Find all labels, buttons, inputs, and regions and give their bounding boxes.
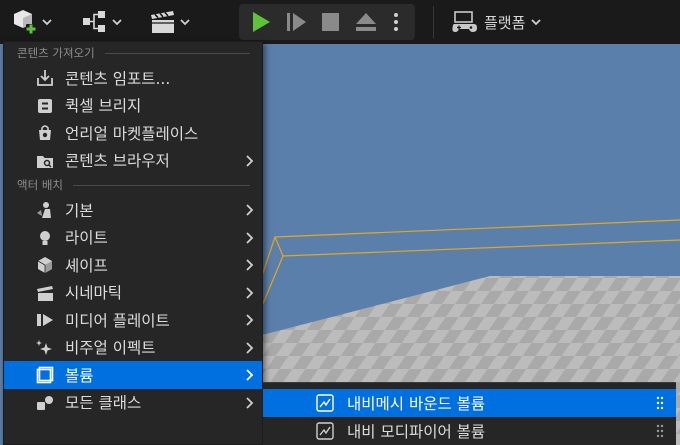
nav-modifier-volume-icon bbox=[316, 422, 334, 440]
menu-item-label: 퀵셀 브리지 bbox=[65, 97, 142, 116]
blueprint-icon bbox=[83, 11, 105, 32]
marketplace-icon bbox=[39, 125, 51, 140]
chevron-down-icon bbox=[180, 19, 190, 26]
menu-item-volumes[interactable]: 볼륨 bbox=[4, 361, 262, 389]
stop-icon[interactable] bbox=[319, 11, 343, 33]
media-plate-icon bbox=[37, 314, 53, 326]
clapperboard-icon bbox=[151, 11, 174, 33]
section-divider bbox=[104, 52, 250, 54]
menu-item-cinematic[interactable]: 시네마틱 bbox=[4, 279, 262, 307]
menu-item-visual-effects[interactable]: 비주얼 이펙트 bbox=[4, 334, 262, 362]
menu-item-import-content[interactable]: 콘텐츠 임포트... bbox=[4, 64, 262, 92]
chevron-right-icon bbox=[246, 231, 254, 244]
eject-icon[interactable] bbox=[354, 11, 378, 33]
menu-item-label: 라이트 bbox=[65, 229, 108, 248]
cinematics-button[interactable] bbox=[148, 4, 192, 40]
play-icon[interactable] bbox=[249, 11, 273, 33]
toolbar-divider bbox=[433, 6, 434, 38]
add-content-icon bbox=[14, 10, 36, 34]
navmesh-volume-icon bbox=[316, 394, 334, 412]
chevron-right-icon bbox=[246, 369, 254, 381]
submenu-item-label: 내비메시 바운드 볼륨 bbox=[347, 395, 486, 413]
chevron-right-icon bbox=[246, 314, 254, 326]
add-content-button[interactable] bbox=[10, 4, 54, 40]
menu-item-label: 콘텐츠 임포트... bbox=[65, 69, 171, 88]
menu-item-basic[interactable]: 기본 bbox=[4, 196, 262, 224]
submenu-item-label: 내비 모디파이어 볼륨 bbox=[347, 423, 486, 441]
more-icon[interactable] bbox=[389, 11, 403, 33]
chevron-down-icon bbox=[112, 19, 122, 26]
drag-grip-icon[interactable] bbox=[656, 424, 664, 438]
chevron-right-icon bbox=[246, 286, 254, 299]
chevron-down-icon bbox=[531, 19, 542, 26]
section-title: 콘텐츠 가져오기 bbox=[17, 46, 95, 60]
menu-item-quixel-bridge[interactable]: 퀵셀 브리지 bbox=[4, 92, 262, 120]
basic-actor-icon bbox=[37, 202, 51, 218]
menu-item-lights[interactable]: 라이트 bbox=[4, 224, 262, 252]
cube-icon bbox=[37, 257, 52, 273]
menu-item-label: 볼륨 bbox=[65, 366, 94, 385]
menu-item-label: 미디어 플레이트 bbox=[65, 311, 170, 330]
drag-grip-icon[interactable] bbox=[656, 396, 664, 410]
submenu-item-navmesh-bounds-volume[interactable]: 내비메시 바운드 볼륨 bbox=[263, 389, 676, 417]
clapperboard-icon bbox=[37, 285, 53, 301]
menu-item-label: 모든 클래스 bbox=[65, 394, 142, 413]
chevron-right-icon bbox=[246, 396, 254, 409]
step-icon[interactable] bbox=[285, 11, 309, 33]
add-content-menu: 콘텐츠 가져오기 콘텐츠 임포트... 퀵셀 브리지 언리얼 마켓플레이스 콘텐… bbox=[3, 41, 263, 445]
menu-item-unreal-marketplace[interactable]: 언리얼 마켓플레이스 bbox=[4, 119, 262, 147]
menu-item-label: 기본 bbox=[65, 201, 94, 220]
section-import-content: 콘텐츠 가져오기 bbox=[4, 42, 262, 64]
play-controls bbox=[239, 4, 415, 40]
bridge-icon bbox=[38, 98, 52, 113]
menu-item-label: 시네마틱 bbox=[65, 284, 123, 303]
menu-item-content-browser[interactable]: 콘텐츠 브라우저 bbox=[4, 147, 262, 175]
import-icon bbox=[37, 70, 53, 86]
sparkle-icon bbox=[36, 339, 52, 355]
section-title: 액터 배치 bbox=[17, 178, 63, 192]
chevron-right-icon bbox=[246, 341, 254, 354]
menu-item-all-classes[interactable]: 모든 클래스 bbox=[4, 389, 262, 417]
chevron-right-icon bbox=[246, 154, 254, 167]
menu-item-shapes[interactable]: 셰이프 bbox=[4, 251, 262, 279]
main-toolbar: 플랫폼 bbox=[0, 0, 680, 44]
all-classes-icon bbox=[37, 395, 53, 410]
content-browser-icon bbox=[37, 155, 53, 168]
volume-icon bbox=[36, 366, 54, 384]
platform-label: 플랫폼 bbox=[484, 13, 526, 32]
chevron-right-icon bbox=[246, 204, 254, 216]
volumes-submenu: 내비메시 바운드 볼륨 내비 모디파이어 볼륨 bbox=[263, 382, 676, 445]
submenu-item-nav-modifier-volume[interactable]: 내비 모디파이어 볼륨 bbox=[263, 417, 676, 445]
controller-icon bbox=[452, 11, 477, 32]
menu-item-label: 비주얼 이펙트 bbox=[65, 339, 156, 358]
chevron-right-icon bbox=[246, 259, 254, 271]
menu-item-label: 콘텐츠 브라우저 bbox=[65, 152, 170, 171]
menu-item-label: 언리얼 마켓플레이스 bbox=[65, 124, 199, 143]
menu-item-media-plate[interactable]: 미디어 플레이트 bbox=[4, 306, 262, 334]
section-divider bbox=[72, 184, 250, 186]
menu-item-label: 셰이프 bbox=[65, 256, 108, 275]
blueprint-button[interactable] bbox=[80, 4, 124, 40]
section-place-actors: 액터 배치 bbox=[4, 174, 262, 196]
platform-button[interactable]: 플랫폼 bbox=[452, 4, 543, 40]
chevron-down-icon bbox=[42, 19, 52, 26]
lightbulb-icon bbox=[40, 230, 50, 245]
